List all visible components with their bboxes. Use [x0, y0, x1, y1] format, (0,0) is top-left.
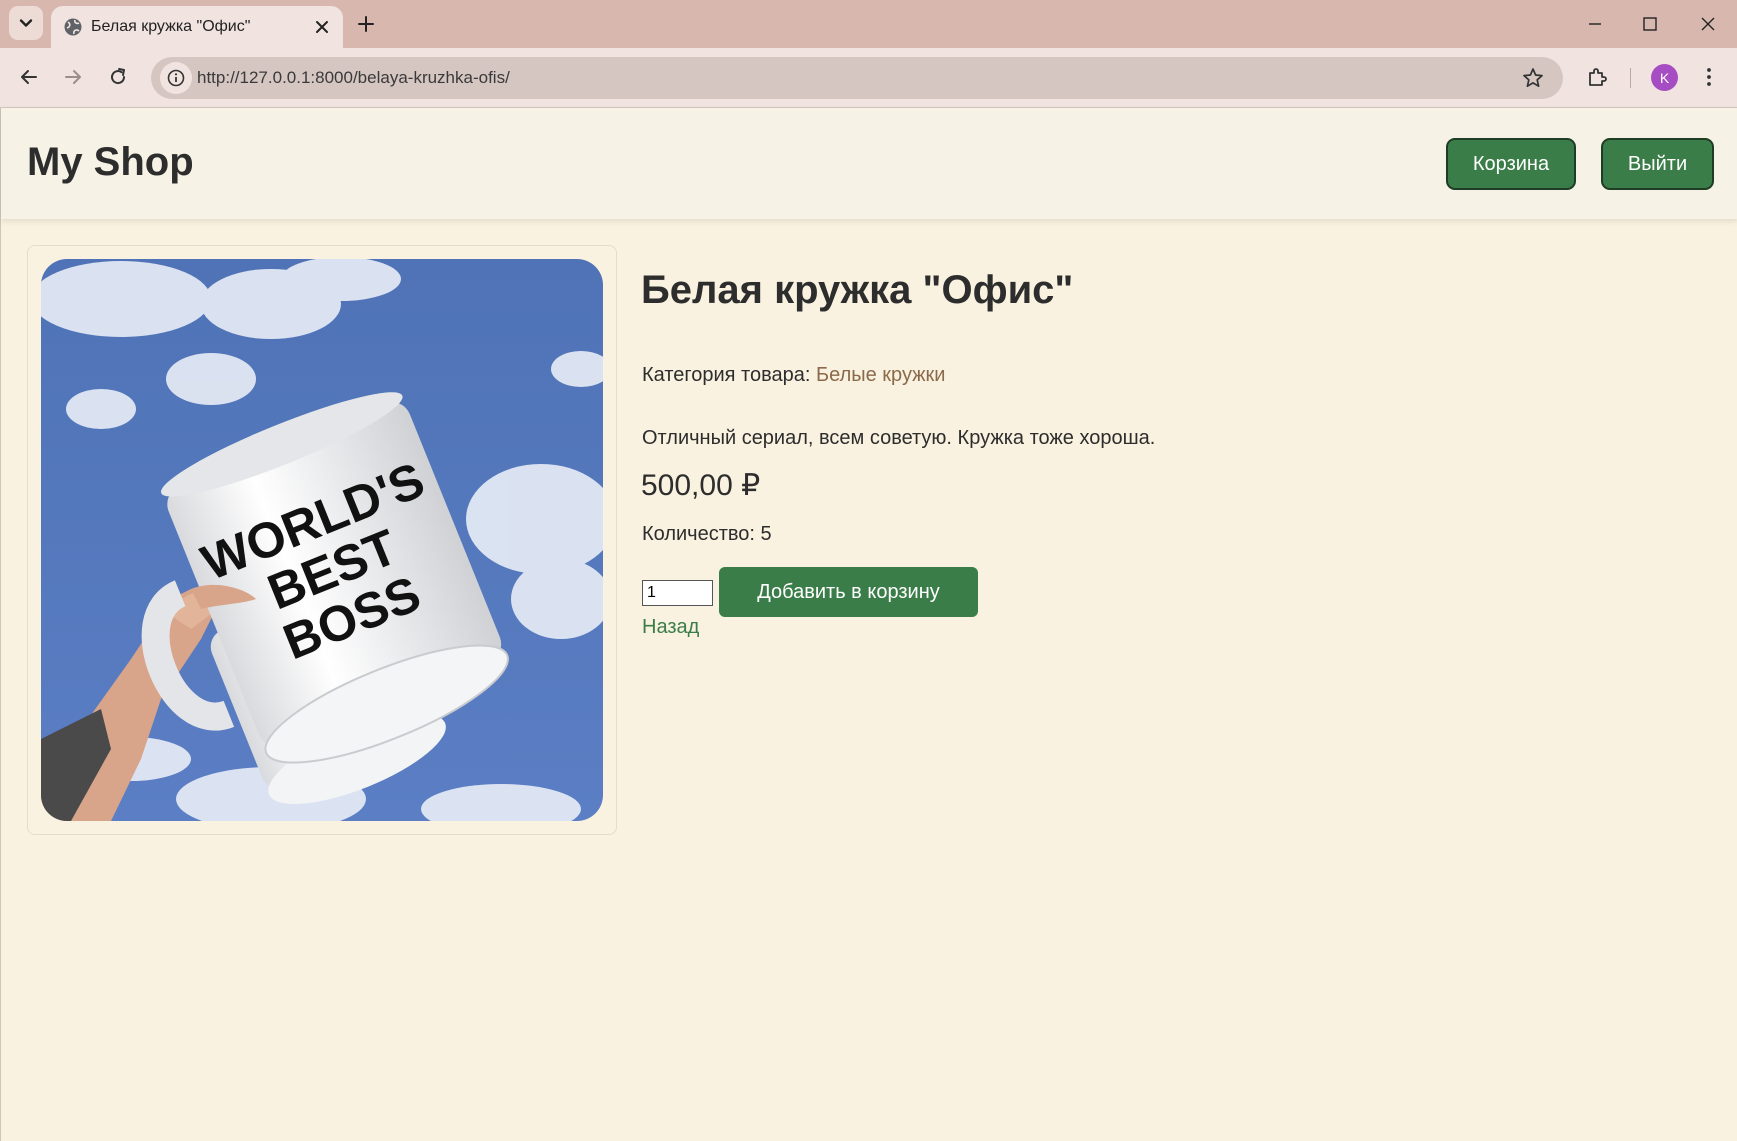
close-icon[interactable]: [313, 18, 331, 36]
product-stock: Количество: 5: [642, 523, 772, 545]
forward-arrow-icon[interactable]: [61, 65, 85, 89]
category-prefix: Категория товара:: [642, 364, 811, 386]
globe-icon: [64, 18, 82, 36]
toolbar-separator: [1630, 68, 1631, 88]
back-arrow-icon[interactable]: [17, 65, 41, 89]
profile-initial: K: [1659, 69, 1670, 86]
product-price: 500,00 ₽: [641, 469, 761, 502]
product-title: Белая кружка "Офис": [641, 268, 1074, 312]
cart-button[interactable]: Корзина: [1446, 138, 1576, 190]
address-bar[interactable]: http://127.0.0.1:8000/belaya-kruzhka-ofi…: [151, 57, 1563, 99]
bookmark-star-icon[interactable]: [1521, 66, 1545, 90]
quantity-input[interactable]: [642, 580, 713, 606]
browser-tab-bar: Белая кружка "Офис": [0, 0, 1737, 48]
product-category: Категория товара: Белые кружки: [642, 364, 945, 387]
reload-icon[interactable]: [106, 65, 130, 89]
product-description: Отличный сериал, всем советую. Кружка то…: [642, 427, 1156, 449]
info-icon: [167, 69, 185, 87]
profile-avatar[interactable]: K: [1651, 64, 1678, 91]
add-to-cart-button[interactable]: Добавить в корзину: [719, 567, 978, 617]
site-header: My Shop Корзина Выйти: [1, 108, 1737, 219]
site-info-button[interactable]: [160, 62, 192, 94]
url-text: http://127.0.0.1:8000/belaya-kruzhka-ofi…: [197, 68, 510, 87]
page-viewport: My Shop Корзина Выйти WORLD'S BEST BOSS …: [0, 108, 1737, 1141]
window-close-icon[interactable]: [1696, 12, 1720, 36]
extensions-puzzle-icon[interactable]: [1585, 65, 1609, 89]
tab-search-button[interactable]: [9, 6, 43, 40]
more-menu-icon[interactable]: [1697, 65, 1721, 89]
maximize-icon[interactable]: [1638, 12, 1662, 36]
browser-tab-active[interactable]: Белая кружка "Офис": [51, 6, 343, 48]
product-image: WORLD'S BEST BOSS: [41, 259, 603, 821]
mug-photo: WORLD'S BEST BOSS: [41, 259, 603, 821]
category-link[interactable]: Белые кружки: [816, 364, 945, 386]
chevron-down-icon: [19, 19, 33, 27]
back-link[interactable]: Назад: [642, 616, 699, 639]
product-image-card: WORLD'S BEST BOSS: [27, 245, 617, 835]
browser-toolbar: http://127.0.0.1:8000/belaya-kruzhka-ofi…: [0, 48, 1737, 108]
logout-button[interactable]: Выйти: [1601, 138, 1714, 190]
minimize-icon[interactable]: [1583, 12, 1607, 36]
tab-title: Белая кружка "Офис": [91, 18, 251, 35]
new-tab-plus-icon[interactable]: [356, 14, 376, 34]
site-logo-text[interactable]: My Shop: [27, 140, 194, 185]
